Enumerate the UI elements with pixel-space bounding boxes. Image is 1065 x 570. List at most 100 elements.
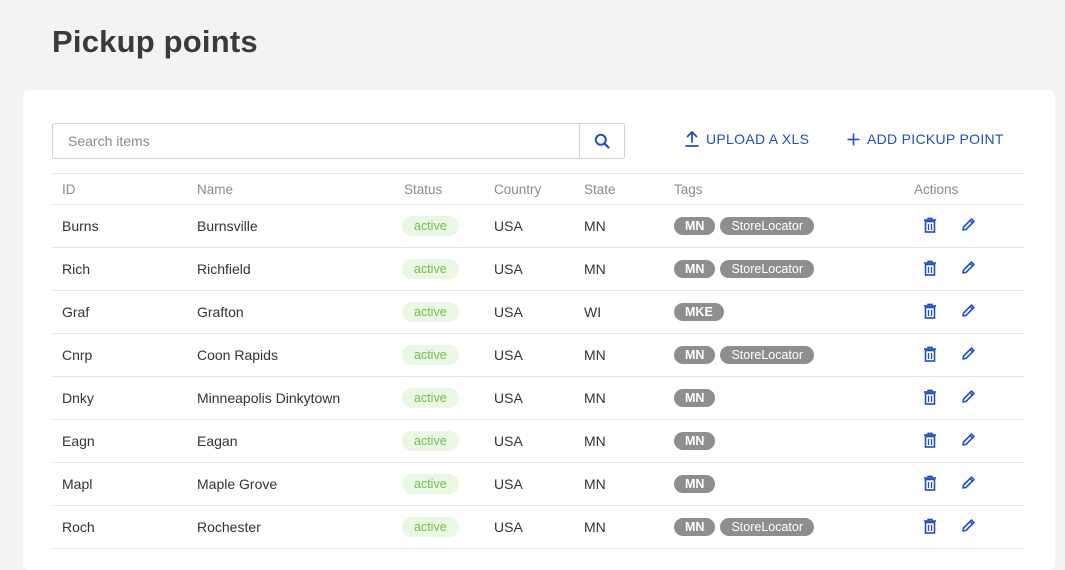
plus-icon — [847, 133, 860, 145]
cell-tags: MN StoreLocator — [664, 204, 914, 248]
cell-state: MN — [574, 204, 664, 248]
cell-actions — [914, 247, 1025, 291]
pickup-points-card: UPLOAD A XLS ADD PICKUP POINT ID Name St… — [23, 90, 1055, 570]
edit-button[interactable] — [961, 260, 976, 278]
status-badge: active — [402, 431, 459, 451]
cell-status: active — [394, 505, 484, 549]
trash-icon — [923, 260, 937, 279]
delete-button[interactable] — [923, 217, 937, 236]
cell-country: USA — [484, 419, 574, 463]
column-header-id[interactable]: ID — [52, 173, 187, 205]
table-body: Burns Burnsville active USA MN MN StoreLocator… — [52, 204, 1025, 549]
pencil-icon — [961, 346, 976, 364]
trash-icon — [923, 217, 937, 236]
trash-icon — [923, 303, 937, 322]
tag-badge: MN — [674, 432, 716, 450]
table-row[interactable]: Burns Burnsville active USA MN MN StoreLocator — [52, 204, 1025, 248]
cell-state: MN — [574, 419, 664, 463]
table-row[interactable]: Dnky Minneapolis Dinkytown active USA MN MN — [52, 376, 1025, 420]
trash-icon — [923, 346, 937, 365]
table-row[interactable]: Roch Rochester active USA MN MN StoreLocator — [52, 505, 1025, 549]
table-row[interactable]: Rich Richfield active USA MN MN StoreLocator — [52, 247, 1025, 291]
pencil-icon — [961, 432, 976, 450]
cell-id: Cnrp — [52, 333, 187, 377]
cell-status: active — [394, 419, 484, 463]
cell-country: USA — [484, 333, 574, 377]
cell-actions — [914, 376, 1025, 420]
delete-button[interactable] — [923, 389, 937, 408]
pencil-icon — [961, 475, 976, 493]
pencil-icon — [961, 389, 976, 407]
edit-button[interactable] — [961, 432, 976, 450]
tag-badge: StoreLocator — [720, 346, 815, 364]
cell-name: Minneapolis Dinkytown — [187, 376, 394, 420]
tag-badge: StoreLocator — [720, 518, 815, 536]
column-header-name[interactable]: Name — [187, 173, 394, 205]
status-badge: active — [402, 474, 459, 494]
column-header-actions: Actions — [914, 173, 1025, 205]
pickup-points-table: ID Name Status Country State Tags Action… — [52, 173, 1025, 549]
pencil-icon — [961, 217, 976, 235]
delete-button[interactable] — [923, 260, 937, 279]
add-pickup-point-button[interactable]: ADD PICKUP POINT — [847, 131, 1004, 147]
cell-name: Burnsville — [187, 204, 394, 248]
search-button[interactable] — [579, 124, 624, 158]
cell-tags: MN — [664, 462, 914, 506]
cell-status: active — [394, 462, 484, 506]
status-badge: active — [402, 302, 459, 322]
tag-badge: MKE — [674, 303, 724, 321]
delete-button[interactable] — [923, 475, 937, 494]
cell-tags: MN — [664, 419, 914, 463]
cell-state: MN — [574, 462, 664, 506]
delete-button[interactable] — [923, 432, 937, 451]
table-row[interactable]: Mapl Maple Grove active USA MN MN — [52, 462, 1025, 506]
cell-status: active — [394, 376, 484, 420]
cell-actions — [914, 462, 1025, 506]
cell-id: Eagn — [52, 419, 187, 463]
edit-button[interactable] — [961, 217, 976, 235]
edit-button[interactable] — [961, 475, 976, 493]
cell-tags: MKE — [664, 290, 914, 334]
tag-badge: StoreLocator — [720, 260, 815, 278]
search-input[interactable] — [53, 124, 579, 158]
table-row[interactable]: Cnrp Coon Rapids active USA MN MN StoreLocator — [52, 333, 1025, 377]
cell-country: USA — [484, 462, 574, 506]
column-header-tags: Tags — [664, 173, 914, 205]
column-header-state[interactable]: State — [574, 173, 664, 205]
status-badge: active — [402, 517, 459, 537]
pencil-icon — [961, 518, 976, 536]
cell-name: Maple Grove — [187, 462, 394, 506]
cell-name: Eagan — [187, 419, 394, 463]
upload-xls-button[interactable]: UPLOAD A XLS — [685, 131, 809, 147]
tag-badge: MN — [674, 217, 716, 235]
tag-badge: MN — [674, 518, 716, 536]
cell-id: Roch — [52, 505, 187, 549]
cell-state: WI — [574, 290, 664, 334]
edit-button[interactable] — [961, 389, 976, 407]
cell-id: Mapl — [52, 462, 187, 506]
table-row[interactable]: Graf Grafton active USA WI MKE — [52, 290, 1025, 334]
cell-name: Rochester — [187, 505, 394, 549]
cell-status: active — [394, 247, 484, 291]
table-row[interactable]: Eagn Eagan active USA MN MN — [52, 419, 1025, 463]
cell-id: Rich — [52, 247, 187, 291]
cell-country: USA — [484, 204, 574, 248]
edit-button[interactable] — [961, 346, 976, 364]
delete-button[interactable] — [923, 518, 937, 537]
column-header-country[interactable]: Country — [484, 173, 574, 205]
pencil-icon — [961, 303, 976, 321]
cell-actions — [914, 333, 1025, 377]
cell-tags: MN StoreLocator — [664, 505, 914, 549]
column-header-status[interactable]: Status — [394, 173, 484, 205]
trash-icon — [923, 432, 937, 451]
status-badge: active — [402, 345, 459, 365]
delete-button[interactable] — [923, 346, 937, 365]
edit-button[interactable] — [961, 303, 976, 321]
pencil-icon — [961, 260, 976, 278]
cell-country: USA — [484, 376, 574, 420]
delete-button[interactable] — [923, 303, 937, 322]
cell-name: Grafton — [187, 290, 394, 334]
add-pickup-point-label: ADD PICKUP POINT — [867, 131, 1004, 147]
cell-country: USA — [484, 505, 574, 549]
edit-button[interactable] — [961, 518, 976, 536]
